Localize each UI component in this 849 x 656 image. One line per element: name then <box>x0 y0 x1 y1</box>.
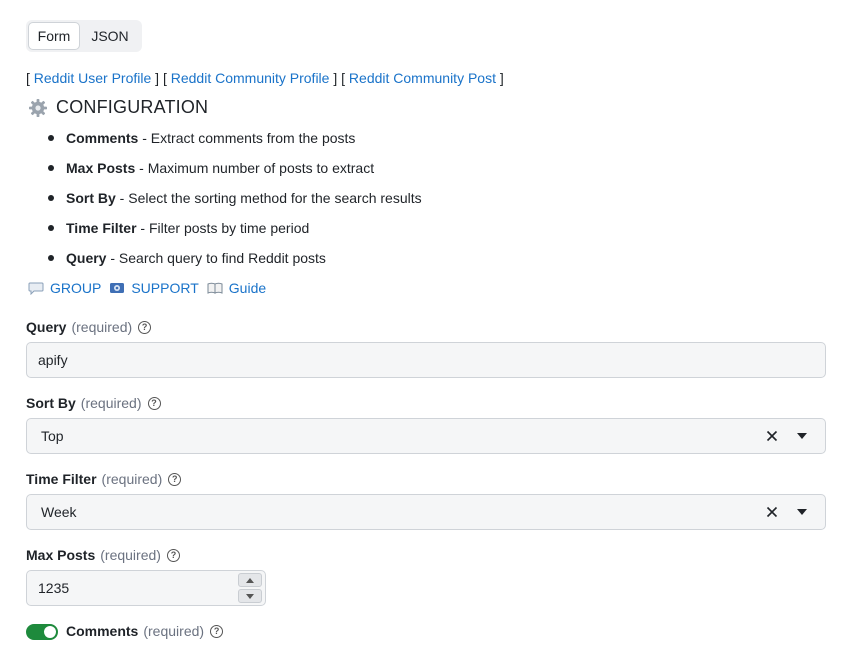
list-item: Max Posts - Maximum number of posts to e… <box>48 158 422 188</box>
help-icon[interactable]: ? <box>147 396 161 410</box>
item-name: Time Filter <box>66 220 137 236</box>
list-item: Query - Search query to find Reddit post… <box>48 248 422 278</box>
query-value: apify <box>38 352 68 368</box>
query-label-text: Query <box>26 319 67 335</box>
required-text: (required) <box>100 547 161 563</box>
profile-links: [ Reddit User Profile ] [ Reddit Communi… <box>26 70 504 86</box>
arrow-down-icon <box>246 593 254 599</box>
community-links: GROUP SUPPORT Guide <box>28 280 266 296</box>
required-text: (required) <box>143 623 205 639</box>
item-desc: - Maximum number of posts to extract <box>135 160 375 176</box>
max-posts-value: 1235 <box>38 580 70 596</box>
time-filter-label: Time Filter (required) ? <box>26 471 182 487</box>
bracket-sep: ] [ <box>333 70 346 86</box>
max-posts-label: Max Posts (required) ? <box>26 547 180 563</box>
gear-icon <box>29 98 47 117</box>
support-link[interactable]: SUPPORT <box>131 280 198 296</box>
list-item: Time Filter - Filter posts by time perio… <box>48 218 422 248</box>
time-filter-select[interactable]: Week <box>26 494 826 530</box>
item-name: Sort By <box>66 190 116 206</box>
list-item: Comments - Extract comments from the pos… <box>48 128 422 158</box>
link-reddit-community-profile[interactable]: Reddit Community Profile <box>171 70 330 86</box>
comments-toggle[interactable] <box>26 624 58 640</box>
sort-by-label-text: Sort By <box>26 395 76 411</box>
toggle-switch[interactable] <box>26 624 58 640</box>
clear-icon[interactable] <box>765 505 779 519</box>
sort-by-select[interactable]: Top <box>26 418 826 454</box>
required-text: (required) <box>71 319 133 335</box>
required-text: (required) <box>80 395 142 411</box>
item-name: Query <box>66 250 107 266</box>
guide-link[interactable]: Guide <box>229 280 266 296</box>
comments-label: Comments (required) ? <box>66 623 224 639</box>
item-desc: - Select the sorting method for the sear… <box>115 190 422 206</box>
bracket-sep: ] [ <box>155 70 167 86</box>
speech-bubble-icon <box>28 282 44 295</box>
decrement-button[interactable] <box>238 589 262 603</box>
item-desc: - Extract comments from the posts <box>138 130 356 146</box>
bracket-open: [ <box>26 70 30 86</box>
help-icon[interactable]: ? <box>168 472 182 486</box>
clear-icon[interactable] <box>765 429 779 443</box>
time-filter-label-text: Time Filter <box>26 471 97 487</box>
list-item: Sort By - Select the sorting method for … <box>48 188 422 218</box>
max-posts-label-text: Max Posts <box>26 547 96 563</box>
config-list: Comments - Extract comments from the pos… <box>48 128 422 278</box>
item-name: Comments <box>66 130 139 146</box>
query-input[interactable]: apify <box>26 342 826 378</box>
help-icon[interactable]: ? <box>210 624 224 638</box>
group-link[interactable]: GROUP <box>50 280 101 296</box>
view-tabs: Form JSON <box>26 20 142 52</box>
tab-json[interactable]: JSON <box>80 22 140 50</box>
sort-by-label: Sort By (required) ? <box>26 395 161 411</box>
item-desc: - Filter posts by time period <box>136 220 310 236</box>
required-text: (required) <box>101 471 163 487</box>
sort-by-value: Top <box>41 428 64 444</box>
tab-form[interactable]: Form <box>28 22 80 50</box>
link-reddit-community-post[interactable]: Reddit Community Post <box>349 70 496 86</box>
arrow-up-icon <box>246 577 254 583</box>
book-icon <box>207 282 223 294</box>
toggle-knob <box>44 626 56 638</box>
bracket-close: ] <box>499 70 504 86</box>
chevron-down-icon[interactable] <box>797 433 807 439</box>
config-title: CONFIGURATION <box>56 97 209 117</box>
link-reddit-user-profile[interactable]: Reddit User Profile <box>34 70 152 86</box>
query-label: Query (required) ? <box>26 319 152 335</box>
config-heading: CONFIGURATION <box>28 97 208 118</box>
chevron-down-icon[interactable] <box>797 509 807 515</box>
support-icon <box>110 283 125 293</box>
max-posts-input[interactable]: 1235 <box>26 570 266 606</box>
comments-label-text: Comments <box>66 623 139 639</box>
help-icon[interactable]: ? <box>138 320 152 334</box>
item-name: Max Posts <box>66 160 136 176</box>
item-desc: - Search query to find Reddit posts <box>106 250 326 266</box>
help-icon[interactable]: ? <box>166 548 180 562</box>
increment-button[interactable] <box>238 573 262 587</box>
time-filter-value: Week <box>41 504 77 520</box>
